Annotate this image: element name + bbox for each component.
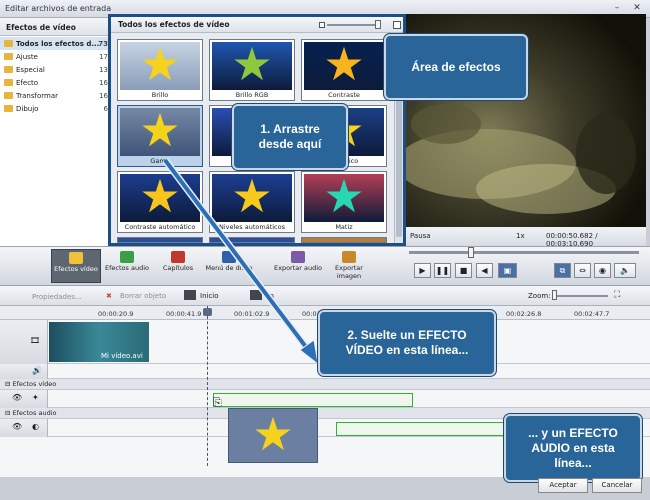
drop-audio-callout: ... y un EFECTO AUDIO en esta línea... xyxy=(504,414,642,482)
effects-area-callout: Área de efectos xyxy=(384,34,528,100)
drag-from-callout: 1. Arrastre desde aquí xyxy=(232,104,348,170)
accept-button[interactable]: Aceptar xyxy=(538,478,588,493)
drop-video-callout: 2. Suelte un EFECTO VÍDEO en esta línea.… xyxy=(318,310,496,376)
cancel-button[interactable]: Cancelar xyxy=(592,478,642,493)
